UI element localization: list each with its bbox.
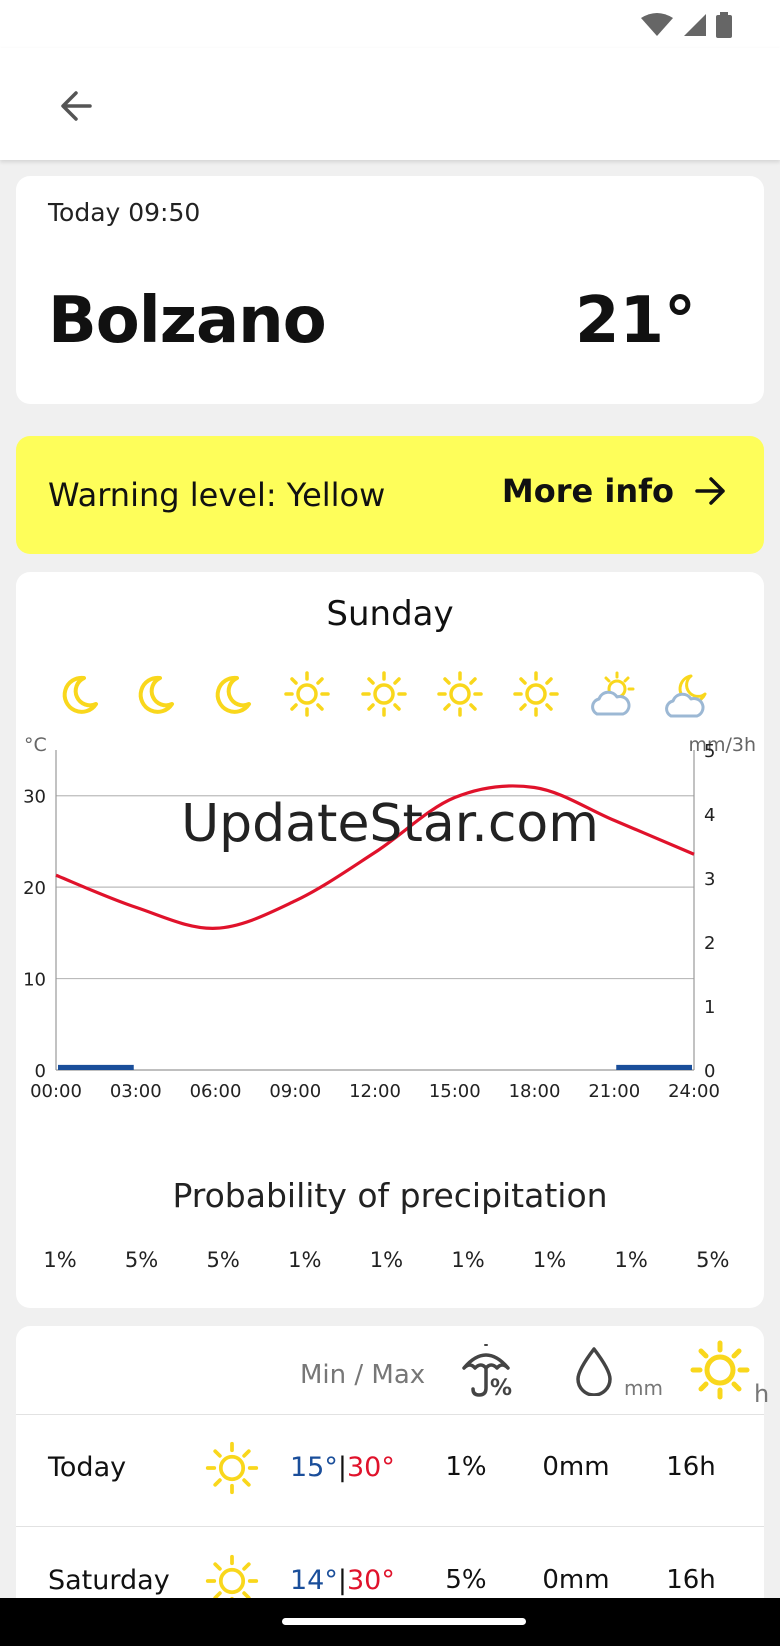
left-tick-label: 10: [23, 970, 46, 991]
precip-bar: [616, 1064, 692, 1070]
row-sun-hours: 16h: [666, 1452, 716, 1482]
precip-probability-value: 1%: [369, 1248, 404, 1272]
row-minmax: 15°|30°: [290, 1452, 395, 1483]
x-tick-label: 03:00: [110, 1081, 162, 1102]
precip-probability-value: 1%: [451, 1248, 485, 1272]
battery-icon: [716, 12, 732, 38]
x-tick-label: 06:00: [190, 1081, 242, 1102]
rain-unit: mm: [624, 1376, 663, 1400]
left-tick-label: 0: [35, 1061, 46, 1082]
warning-level-text: Warning level: Yellow: [48, 476, 386, 514]
precip-probability-title: Probability of precipitation: [172, 1176, 608, 1215]
precip-probability-value: 1%: [614, 1248, 648, 1272]
minmax-header: Min / Max: [300, 1360, 426, 1390]
min-temp: 14°: [290, 1565, 338, 1596]
x-tick-label: 09:00: [269, 1081, 321, 1102]
precip-probability-value: 1%: [532, 1248, 567, 1272]
precip-probability-value: 1%: [288, 1248, 322, 1272]
city-name: Bolzano: [48, 284, 327, 358]
back-button[interactable]: [50, 80, 102, 132]
table-row[interactable]: Today 15°|30° 1% 0mm 16h: [16, 1414, 764, 1527]
status-bar: [0, 0, 780, 48]
wifi-icon: [641, 13, 673, 36]
row-rain-amount: 0mm: [542, 1565, 610, 1595]
right-tick-label: 0: [704, 1061, 715, 1082]
sun-icon: [690, 1340, 750, 1400]
home-gesture-handle[interactable]: [282, 1618, 526, 1625]
precip-probability-row: 1% 5% 5% 1% 1% 1% 1% 1% 5%: [16, 1248, 764, 1278]
right-tick-label: 2: [704, 933, 715, 954]
table-header: Min / Max % mm h: [16, 1326, 769, 1415]
precip-probability-value: 5%: [206, 1248, 240, 1272]
right-tick-label: 1: [704, 997, 715, 1018]
system-navigation-bar: [0, 1598, 780, 1646]
updated-time: Today 09:50: [48, 198, 201, 227]
precip-probability-value: 1%: [43, 1248, 77, 1272]
row-precip-probability: 1%: [445, 1452, 487, 1482]
precip-probability-value: 5%: [696, 1248, 730, 1272]
sun-icon: [205, 1441, 259, 1495]
signal-icon: [684, 14, 706, 36]
max-temp: 30°: [346, 1452, 395, 1483]
right-tick-label: 5: [704, 741, 715, 762]
arrow-back-icon: [61, 91, 92, 121]
location-card: Today 09:50 Bolzano 21°: [16, 176, 764, 404]
row-sun-hours: 16h: [666, 1565, 716, 1595]
current-temperature: 21°: [574, 284, 696, 358]
arrow-forward-icon: [695, 477, 725, 505]
more-info-label: More info: [501, 472, 674, 510]
umbrella-percent-icon: %: [462, 1344, 512, 1398]
precip-probability-value: 5%: [124, 1248, 159, 1272]
status-icons: [640, 12, 732, 38]
app-bar: [0, 48, 780, 160]
precip-bar: [58, 1064, 134, 1070]
row-minmax: 14°|30°: [290, 1565, 395, 1596]
x-tick-label: 00:00: [30, 1081, 82, 1102]
temperature-precip-chart: 010203001234500:00 03:00 06:00 09:00 12:00 15…: [23, 741, 720, 1102]
warning-banner[interactable]: Warning level: Yellow More info: [16, 436, 764, 554]
min-temp: 15°: [290, 1452, 338, 1483]
more-info-link[interactable]: More info: [502, 472, 728, 510]
right-tick-label: 3: [704, 869, 715, 890]
x-tick-label: 18:00: [509, 1081, 561, 1102]
svg-text:%: %: [490, 1376, 512, 1398]
row-day: Today: [48, 1452, 127, 1483]
x-tick-label: 24:00: [668, 1081, 720, 1102]
sun-hours-unit: h: [754, 1380, 770, 1408]
row-rain-amount: 0mm: [542, 1452, 610, 1482]
left-tick-label: 20: [23, 878, 46, 899]
row-day: Saturday: [48, 1565, 170, 1596]
forecast-chart-card: Sunday °C mm/3h 0 10 20 30 0 1 2 3 4 5 00:00 03:00 0…: [16, 572, 764, 1308]
raindrop-icon: [576, 1347, 612, 1396]
watermark: UpdateStar.com: [181, 794, 599, 854]
x-tick-label: 12:00: [349, 1081, 401, 1102]
x-tick-label: 21:00: [588, 1081, 640, 1102]
x-tick-label: 15:00: [429, 1081, 481, 1102]
max-temp: 30°: [346, 1565, 395, 1596]
row-precip-probability: 5%: [445, 1565, 487, 1595]
